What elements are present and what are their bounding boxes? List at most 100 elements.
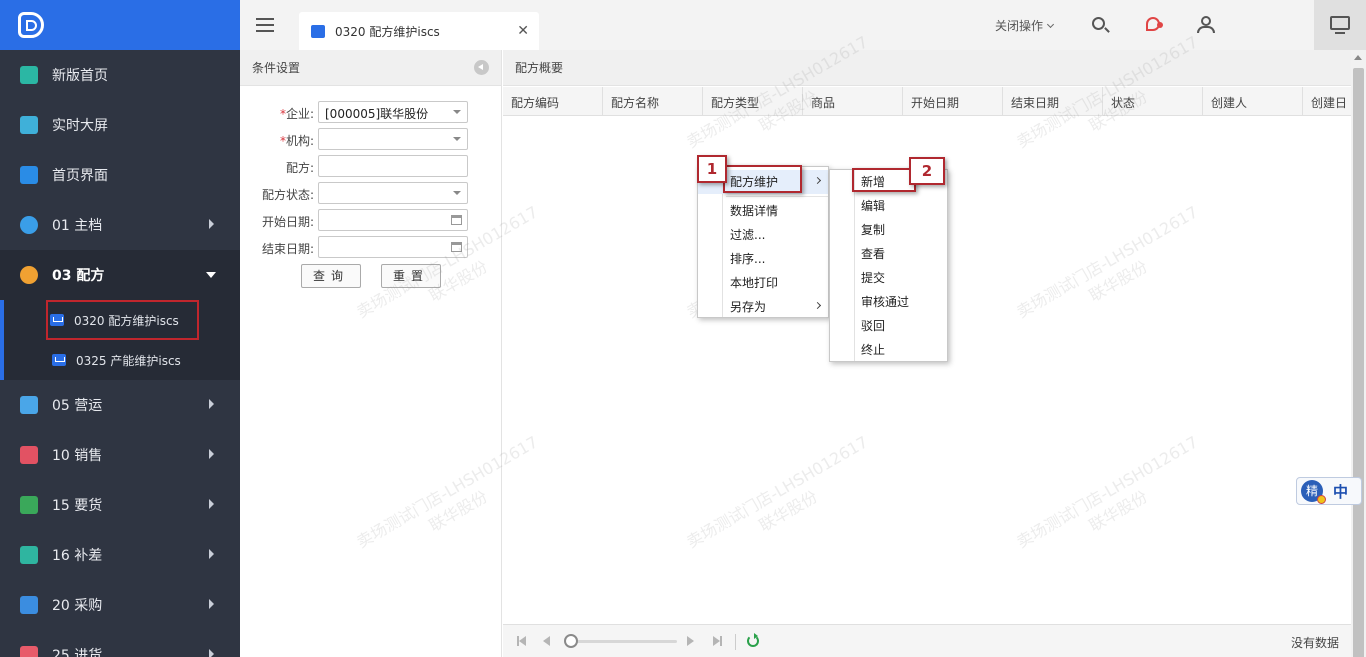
column-header[interactable]: 配方名称 [603,87,703,115]
calendar-icon[interactable] [451,215,462,225]
page-slider-track[interactable] [571,640,677,643]
chevron-down-icon [453,191,461,195]
nav-item-sales[interactable]: 10 销售 [0,430,240,480]
hamburger-menu-icon[interactable] [256,18,274,32]
org-select[interactable] [318,128,468,150]
chevron-right-icon [209,219,214,229]
nav-item-compensation[interactable]: 16 补差 [0,530,240,580]
menu-item-save-as[interactable]: 另存为 [698,295,828,319]
menu-item-edit[interactable]: 编辑 [830,194,947,218]
pagination-bar: 没有数据 [503,624,1351,657]
form-row-start-date: 开始日期: [240,209,502,231]
column-header[interactable]: 状态 [1103,87,1203,115]
recipe-status-select[interactable] [318,182,468,204]
filter-panel-title: 条件设置 [252,61,301,75]
recipe-status-label: 配方状态: [261,188,314,202]
recipe-icon [20,266,38,284]
close-icon[interactable]: ✕ [517,23,529,39]
nav-label: 05 营运 [52,398,103,414]
column-header[interactable]: 配方类型 [703,87,803,115]
menu-item-sort[interactable]: 排序... [698,247,828,271]
chevron-down-icon [206,272,216,278]
menu-item-submit[interactable]: 提交 [830,266,947,290]
user-icon[interactable] [1197,16,1215,33]
cart-icon [52,354,66,366]
tab-label: 0320 配方维护iscs [335,24,440,39]
sub-item-recipe-maintenance[interactable]: 0320 配方维护iscs [46,300,199,340]
query-button[interactable]: 查询 [301,264,361,288]
nav-item-master[interactable]: 01 主档 [0,200,240,250]
prev-page-icon[interactable] [543,636,550,646]
nav-item-operations[interactable]: 05 营运 [0,380,240,430]
chevron-right-icon [209,599,214,609]
order-icon [20,496,38,514]
menu-item-label: 另存为 [730,300,767,314]
nav-item-requisition[interactable]: 15 要货 [0,480,240,530]
end-date-input[interactable] [318,236,468,258]
nav-label: 25 进货 [52,648,103,657]
column-header[interactable]: 结束日期 [1003,87,1103,115]
nav-label: 首页界面 [52,168,108,184]
nav-item-realtime-screen[interactable]: 实时大屏 [0,100,240,150]
menu-item-filter[interactable]: 过滤... [698,223,828,247]
column-header[interactable]: 配方编码 [503,87,603,115]
vertical-scrollbar[interactable] [1351,50,1366,657]
ime-toolbar[interactable]: 精 中 [1296,477,1362,505]
column-header[interactable]: 创建人 [1203,87,1303,115]
start-date-input[interactable] [318,209,468,231]
nav-item-home[interactable]: 首页界面 [0,150,240,200]
column-header[interactable]: 开始日期 [903,87,1003,115]
menu-item-terminate[interactable]: 终止 [830,338,947,362]
close-operations-dropdown[interactable]: 关闭操作 [995,17,1055,34]
column-header[interactable]: 创建日 [1303,87,1351,115]
start-date-label: 开始日期: [261,215,314,229]
menu-item-copy[interactable]: 复制 [830,218,947,242]
last-page-icon[interactable] [713,636,722,646]
menu-item-reject[interactable]: 驳回 [830,314,947,338]
m-logo-icon [20,66,38,84]
calendar-icon[interactable] [451,242,462,252]
chevron-down-icon [453,137,461,141]
nav-label: 20 采购 [52,598,103,614]
menu-item-view[interactable]: 查看 [830,242,947,266]
scrollbar-thumb[interactable] [1353,68,1364,657]
sub-item-label: 0325 产能维护iscs [76,353,181,368]
scroll-up-icon[interactable] [1354,55,1362,60]
end-date-label: 结束日期: [261,242,314,256]
reset-button[interactable]: 重置 [381,264,441,288]
form-row-org: *机构: [240,128,502,150]
step-callout-2: 2 [909,157,945,185]
menu-item-local-print[interactable]: 本地打印 [698,271,828,295]
nav-item-new-home[interactable]: 新版首页 [0,50,240,100]
sub-item-capacity-maintenance[interactable]: 0325 产能维护iscs [4,340,240,380]
nav-item-receiving[interactable]: 25 进货 [0,630,240,657]
chevron-right-icon [209,649,214,657]
menu-item-data-details[interactable]: 数据详情 [698,199,828,223]
nav-item-recipe[interactable]: 03 配方 [0,250,240,300]
recipe-input[interactable] [318,155,468,177]
menu-item-approve[interactable]: 审核通过 [830,290,947,314]
chevron-right-icon [813,301,822,310]
nav-item-purchase[interactable]: 20 采购 [0,580,240,630]
refresh-icon[interactable] [747,633,759,647]
fullscreen-button[interactable] [1314,0,1366,50]
nav-label: 实时大屏 [52,118,108,134]
cart-icon [311,24,325,38]
company-label: *企业: [279,107,314,121]
notification-icon[interactable] [1146,17,1163,31]
collapse-left-icon[interactable] [474,60,489,75]
nav-label: 03 配方 [52,268,105,284]
nav-label: 01 主档 [52,218,103,234]
next-page-icon[interactable] [687,636,694,646]
tab-recipe-maintenance[interactable]: 0320 配方维护iscs ✕ [299,12,539,50]
monitor-icon [1330,16,1350,30]
page-slider-handle[interactable] [564,634,578,648]
ime-mode-indicator[interactable]: 中 [1333,481,1348,502]
search-icon[interactable] [1092,17,1105,30]
column-header[interactable]: 商品 [803,87,903,115]
ime-logo-icon: 精 [1301,480,1326,504]
no-data-text: 没有数据 [1290,636,1339,650]
company-select[interactable]: [000005]联华股份 [318,101,468,123]
first-page-icon[interactable] [517,636,526,646]
app-logo[interactable] [18,12,44,38]
